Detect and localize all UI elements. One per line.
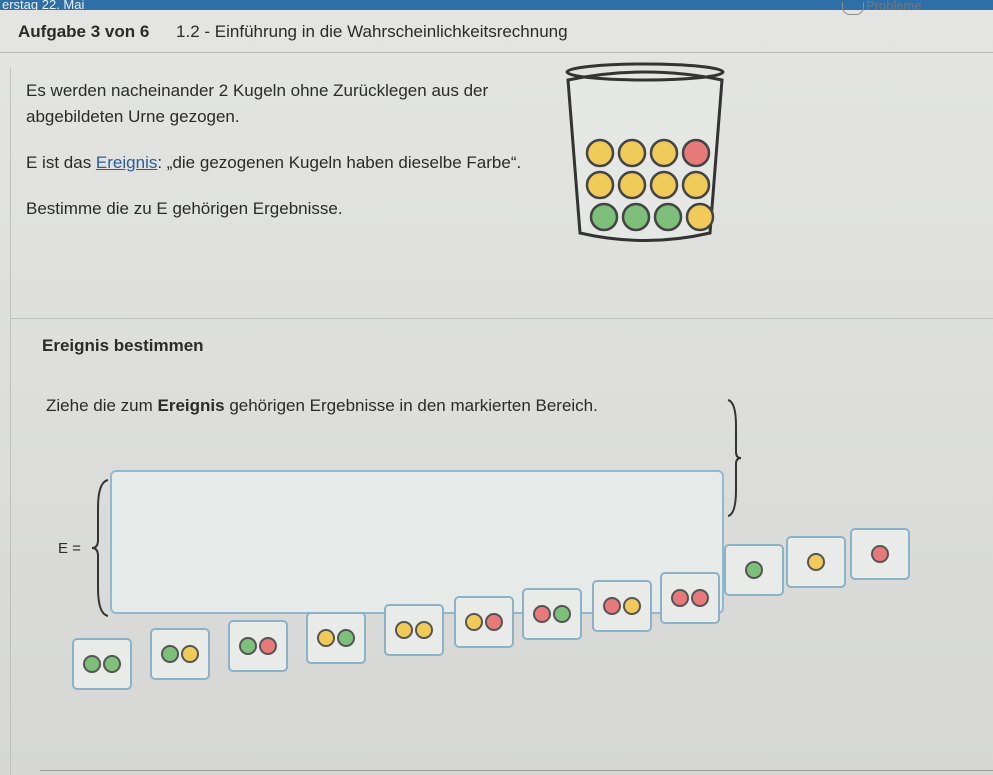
outcome-tile-green[interactable]: [724, 544, 784, 596]
task-paragraph-3: Bestimme die zu E gehörigen Ergebnisse.: [26, 199, 343, 218]
urn-ball-yellow: [649, 138, 679, 168]
urn-ball-green: [589, 202, 619, 232]
ball-green: [103, 655, 121, 673]
ball-yellow: [317, 629, 335, 647]
task-text-part: : „die gezogenen Kugeln haben dieselbe F…: [157, 153, 522, 172]
instruction-part: Ziehe die zum: [46, 396, 158, 415]
outcome-tile-yellow-red[interactable]: [454, 596, 514, 648]
ball-yellow: [807, 553, 825, 571]
header: Aufgabe 3 von 6 1.2 - Einführung in die …: [18, 22, 568, 42]
outcome-tile-green-yellow[interactable]: [150, 628, 210, 680]
outcome-tile-yellow-yellow[interactable]: [384, 604, 444, 656]
urn-ball-yellow: [617, 170, 647, 200]
instruction: Ziehe die zum Ereignis gehörigen Ergebni…: [46, 396, 598, 416]
ball-green: [745, 561, 763, 579]
ball-red: [259, 637, 277, 655]
ball-yellow: [181, 645, 199, 663]
urn-ball-yellow: [681, 170, 711, 200]
header-divider: [0, 52, 993, 53]
outcome-tile-yellow-green[interactable]: [306, 612, 366, 664]
task-text-part: E ist das: [26, 153, 96, 172]
ball-green: [337, 629, 355, 647]
ereignis-link[interactable]: Ereignis: [96, 153, 157, 172]
outcome-tile-yellow[interactable]: [786, 536, 846, 588]
outcome-tile-red[interactable]: [850, 528, 910, 580]
right-brace: [727, 399, 742, 517]
ball-red: [533, 605, 551, 623]
ball-red: [485, 613, 503, 631]
ball-yellow: [415, 621, 433, 639]
outcome-tile-red-yellow[interactable]: [592, 580, 652, 632]
urn-ball-green: [621, 202, 651, 232]
ball-green: [239, 637, 257, 655]
task-paragraph-1: Es werden nacheinander 2 Kugeln ohne Zur…: [26, 81, 489, 126]
outcome-tile-green-red[interactable]: [228, 620, 288, 672]
outcome-tile-green-green[interactable]: [72, 638, 132, 690]
outcome-tile-red-green[interactable]: [522, 588, 582, 640]
ball-green: [553, 605, 571, 623]
page-title: 1.2 - Einführung in die Wahrscheinlichke…: [176, 22, 568, 41]
help-icon[interactable]: [842, 2, 864, 15]
problems-link[interactable]: Probleme: [866, 0, 922, 13]
urn-ball-yellow: [649, 170, 679, 200]
instruction-bold: Ereignis: [157, 396, 225, 415]
ball-yellow: [465, 613, 483, 631]
ball-green: [83, 655, 101, 673]
task-count: Aufgabe 3 von 6: [18, 22, 150, 41]
ball-red: [871, 545, 889, 563]
outcome-tile-red-red[interactable]: [660, 572, 720, 624]
urn-image: [565, 62, 725, 242]
urn-ball-yellow: [617, 138, 647, 168]
ball-red: [691, 589, 709, 607]
urn-ball-yellow: [585, 170, 615, 200]
section-title: Ereignis bestimmen: [42, 336, 204, 355]
urn-ball-red: [681, 138, 711, 168]
urn-balls: [585, 138, 715, 232]
ball-yellow: [623, 597, 641, 615]
task-paragraph-2: E ist das Ereignis: „die gezogenen Kugel…: [26, 150, 546, 176]
ball-yellow: [395, 621, 413, 639]
ball-red: [603, 597, 621, 615]
urn-ball-yellow: [585, 138, 615, 168]
event-label: E =: [58, 540, 81, 557]
urn-ball-green: [653, 202, 683, 232]
instruction-part: gehörigen Ergebnisse in den markierten B…: [224, 396, 598, 415]
task-text: Es werden nacheinander 2 Kugeln ohne Zur…: [26, 78, 546, 242]
bottom-divider: [40, 770, 993, 771]
ball-green: [161, 645, 179, 663]
left-brace: [92, 479, 109, 617]
ball-red: [671, 589, 689, 607]
urn-ball-yellow: [685, 202, 715, 232]
